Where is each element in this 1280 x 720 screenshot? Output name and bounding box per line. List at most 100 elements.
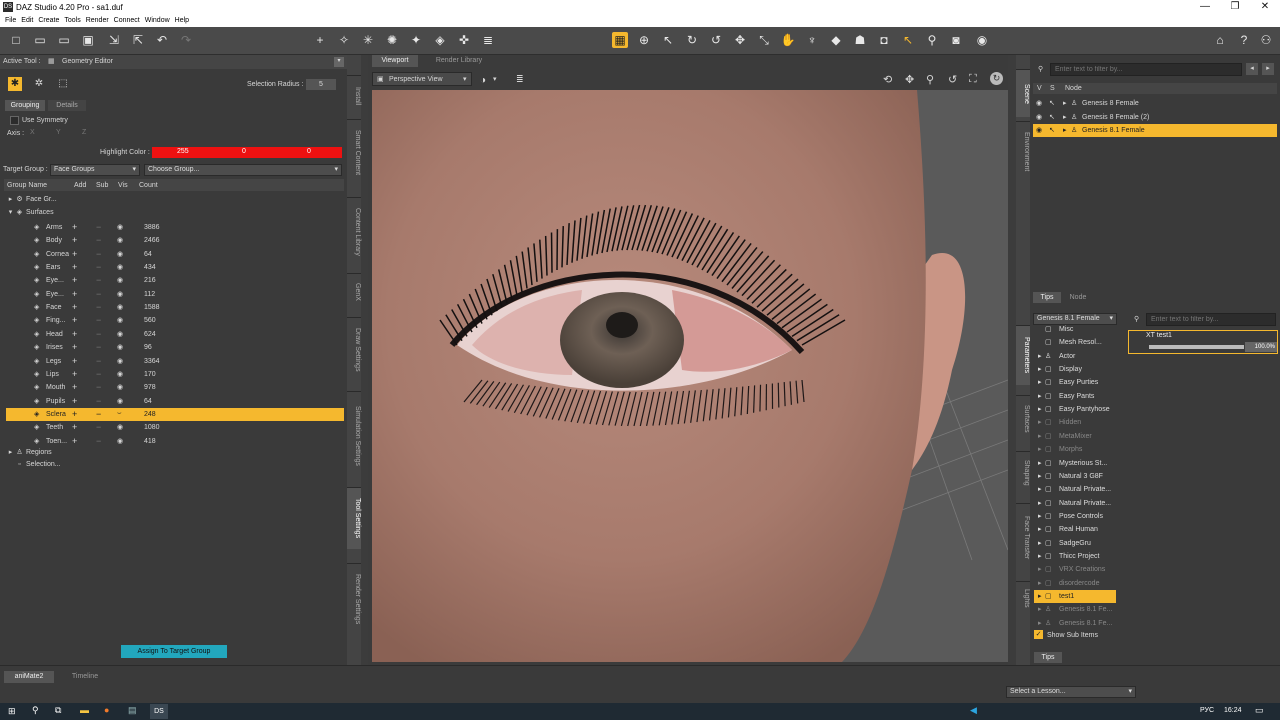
add-icon[interactable]: + xyxy=(72,356,77,366)
render-icon[interactable]: ◉ xyxy=(974,32,990,48)
scene-node-row[interactable]: ◉ ↖ ▸ ♙ Genesis 8 Female xyxy=(1033,97,1277,110)
eye-icon[interactable]: ◉ xyxy=(117,303,123,311)
arrow-left-icon[interactable]: ◂ xyxy=(1246,63,1258,75)
tab-parameters[interactable]: Parameters xyxy=(1016,325,1030,385)
tab-render-settings[interactable]: Render Settings xyxy=(347,563,361,635)
param-tree-item[interactable]: ▸ ▢ SadgeGru xyxy=(1034,537,1116,550)
highlight-r[interactable]: 255 xyxy=(177,148,189,155)
eye-icon[interactable]: ◉ xyxy=(1036,126,1042,134)
select-cursor-icon[interactable]: ↖ xyxy=(1049,99,1055,107)
zoom-icon[interactable]: ⚲ xyxy=(926,73,934,86)
tab-scene[interactable]: Scene xyxy=(1016,69,1030,117)
group-row-sclera[interactable]: ◈ Sclera + − ⌣ 248 xyxy=(6,407,344,421)
menu-connect[interactable]: Connect xyxy=(114,17,140,24)
group-row-irises[interactable]: ◈ Irises + − ◉ 96 xyxy=(6,341,344,354)
param-tree-item[interactable]: ▸ ▢ Easy Pantyhose xyxy=(1034,403,1116,416)
param-tree-item[interactable]: ▸ ▢ Easy Purties xyxy=(1034,376,1116,389)
scene-node-row[interactable]: ◉ ↖ ▸ ♙ Genesis 8.1 Female xyxy=(1033,124,1277,137)
add-icon[interactable]: + xyxy=(72,275,77,285)
param-tree-item[interactable]: ▸ ▢ Mysterious St... xyxy=(1034,457,1116,470)
undo-icon[interactable]: ↶ xyxy=(154,32,170,48)
group-row-toen[interactable]: ◈ Toen... + − ◉ 418 xyxy=(6,435,344,448)
slider-value[interactable]: 100.0% xyxy=(1245,342,1277,352)
add-icon[interactable]: + xyxy=(72,382,77,392)
eye-icon[interactable]: ◉ xyxy=(117,263,123,271)
subtract-icon[interactable]: − xyxy=(96,262,101,272)
expand-arrow-icon[interactable]: ▸ xyxy=(1038,565,1042,573)
tab-genx[interactable]: GenX xyxy=(347,273,361,309)
param-filter-input[interactable] xyxy=(1146,313,1276,326)
bank-icon[interactable]: ↺ xyxy=(948,73,957,86)
tab-surfaces[interactable]: Surfaces xyxy=(1016,395,1030,441)
collapse-arrow-icon[interactable]: ▾ xyxy=(6,208,15,216)
highlight-b[interactable]: 0 xyxy=(307,148,311,155)
reset-view-icon[interactable]: ↻ xyxy=(990,72,1003,85)
add-icon[interactable]: + xyxy=(72,302,77,312)
assign-to-target-group-button[interactable]: Assign To Target Group xyxy=(121,645,227,658)
expand-arrow-icon[interactable]: ▸ xyxy=(1038,418,1042,426)
pose-tool-icon[interactable]: ♆ xyxy=(804,32,820,48)
expand-arrow-icon[interactable]: ▸ xyxy=(1038,525,1042,533)
param-tree-item[interactable]: ▸ ▢ Natural Private... xyxy=(1034,497,1116,510)
tree-surfaces[interactable]: ▾ ◈ Surfaces xyxy=(6,208,344,221)
expand-arrow-icon[interactable]: ▸ xyxy=(1038,432,1042,440)
add-icon[interactable]: + xyxy=(72,235,77,245)
col-visible[interactable]: V xyxy=(1037,85,1042,92)
expand-arrow-icon[interactable]: ▸ xyxy=(1038,592,1042,600)
tree-regions[interactable]: ▸ ♙ Regions xyxy=(6,448,344,461)
expand-arrow-icon[interactable]: ▸ xyxy=(1038,579,1042,587)
col-selectable[interactable]: S xyxy=(1050,85,1055,92)
group-row-cornea[interactable]: ◈ Cornea + − ◉ 64 xyxy=(6,248,344,261)
export-icon[interactable]: ⇱ xyxy=(130,32,146,48)
menu-file[interactable]: File xyxy=(5,17,16,24)
subtract-icon[interactable]: − xyxy=(96,356,101,366)
menu-edit[interactable]: Edit xyxy=(21,17,33,24)
add-icon[interactable]: + xyxy=(72,396,77,406)
col-add[interactable]: Add xyxy=(74,182,86,189)
lasso-mode-icon[interactable]: ✲ xyxy=(32,77,46,91)
spot-light-icon[interactable]: ✧ xyxy=(336,32,352,48)
tab-lights[interactable]: Lights xyxy=(1016,581,1030,615)
list-icon[interactable]: ≣ xyxy=(480,32,496,48)
subtract-icon[interactable]: − xyxy=(96,289,101,299)
scene-menu-icon[interactable]: ▸ xyxy=(1262,63,1274,75)
param-tree-item[interactable]: ▸ ▢ Natural Private... xyxy=(1034,483,1116,496)
linear-light-icon[interactable]: ✦ xyxy=(408,32,424,48)
expand-arrow-icon[interactable]: ▸ xyxy=(1063,113,1067,121)
node-selection-icon[interactable]: ↖ xyxy=(660,32,676,48)
render-camera-icon[interactable]: ◘ xyxy=(876,32,892,48)
expand-arrow-icon[interactable]: ▸ xyxy=(1038,552,1042,560)
subtract-icon[interactable]: − xyxy=(96,436,101,446)
tab-shaping[interactable]: Shaping xyxy=(1016,451,1030,493)
eye-icon[interactable]: ⌣ xyxy=(117,410,122,418)
help-icon[interactable]: ? xyxy=(1236,32,1252,48)
param-tree-item[interactable]: ▸ ▢ Pose Controls xyxy=(1034,510,1116,523)
point-light-icon[interactable]: ✳ xyxy=(360,32,376,48)
spotlight-tool-icon[interactable]: ↖ xyxy=(900,32,916,48)
eye-icon[interactable]: ◉ xyxy=(117,370,123,378)
add-icon[interactable]: + xyxy=(72,249,77,259)
firefox-icon[interactable]: ● xyxy=(104,705,109,715)
tab-details[interactable]: Details xyxy=(48,100,86,111)
col-sub[interactable]: Sub xyxy=(96,182,108,189)
expand-arrow-icon[interactable]: ▸ xyxy=(1038,445,1042,453)
group-row-pupils[interactable]: ◈ Pupils + − ◉ 64 xyxy=(6,395,344,408)
add-icon[interactable]: + xyxy=(72,409,77,419)
scale-icon[interactable]: ⤡ xyxy=(756,32,772,48)
tab-animate2[interactable]: aniMate2 xyxy=(4,671,54,683)
expand-arrow-icon[interactable]: ▸ xyxy=(1038,485,1042,493)
eye-icon[interactable]: ◉ xyxy=(117,223,123,231)
search-icon[interactable]: ⚲ xyxy=(32,705,39,716)
param-tree-item[interactable]: ▸ ▢ Real Human xyxy=(1034,523,1116,536)
subtract-icon[interactable]: − xyxy=(96,249,101,259)
param-tree-item[interactable]: ▸ ▢ Natural 3 G8F xyxy=(1034,470,1116,483)
expand-arrow-icon[interactable]: ▸ xyxy=(1038,405,1042,413)
group-row-mouth[interactable]: ◈ Mouth + − ◉ 978 xyxy=(6,381,344,394)
group-row-legs[interactable]: ◈ Legs + − ◉ 3364 xyxy=(6,355,344,368)
subtract-icon[interactable]: − xyxy=(96,396,101,406)
shape-icon[interactable]: ☗ xyxy=(852,32,868,48)
col-group-name[interactable]: Group Name xyxy=(7,182,47,189)
orbit-icon[interactable]: ⟲ xyxy=(883,73,892,86)
subtract-icon[interactable]: − xyxy=(96,369,101,379)
param-tree-item[interactable]: ▸ ▢ Easy Pants xyxy=(1034,390,1116,403)
